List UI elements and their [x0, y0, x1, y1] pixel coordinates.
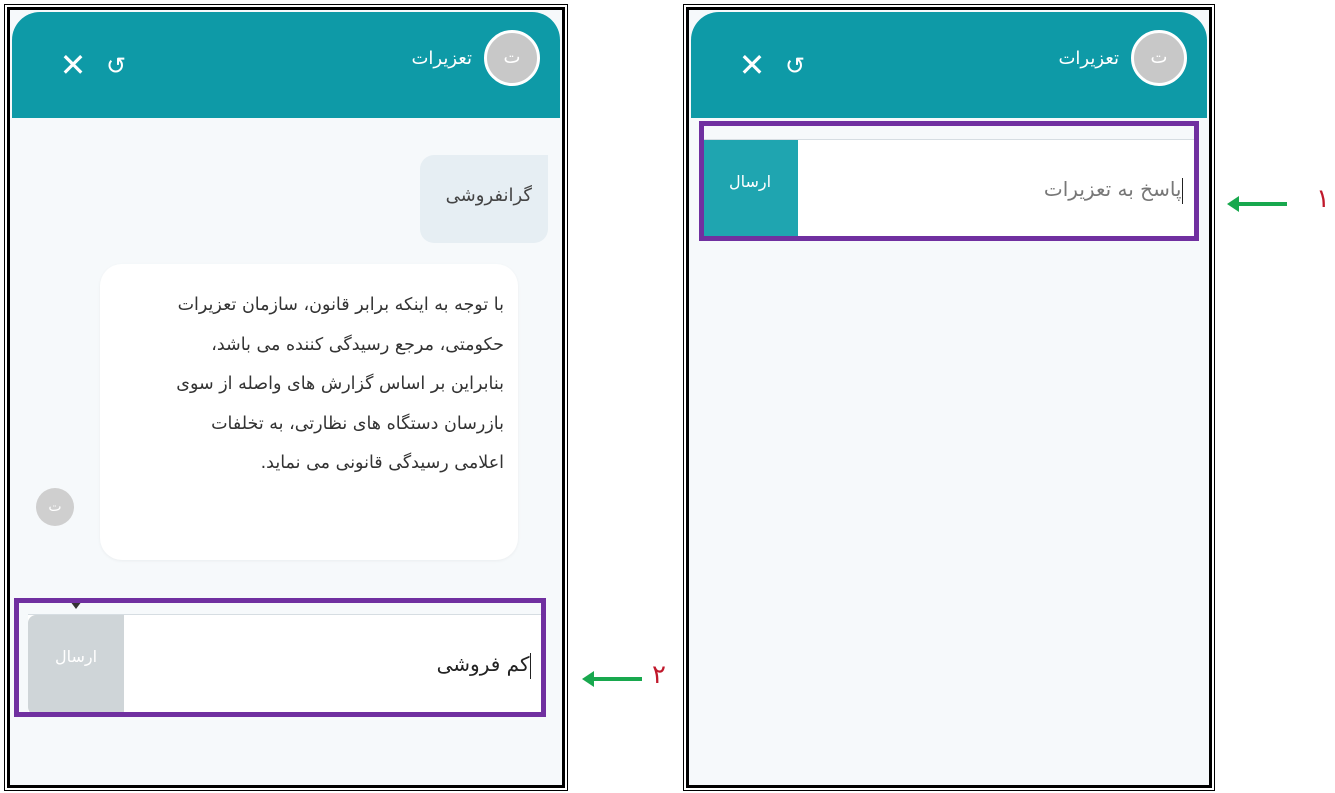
bot-message-line: حکومتی، مرجع رسیدگی کننده می باشد،	[211, 334, 504, 355]
avatar: ت	[1131, 30, 1187, 86]
chat-title: تعزیرات	[1058, 48, 1119, 69]
chat-header: ✕ ↺ تعزیرات ت	[12, 12, 560, 118]
arrow-left-icon	[1227, 196, 1287, 212]
chat-title: تعزیرات	[411, 48, 472, 69]
annotation-number: ۱	[1316, 184, 1330, 214]
avatar: ت	[484, 30, 540, 86]
close-icon[interactable]: ✕	[58, 49, 88, 81]
bot-message-bubble: با توجه به اینکه برابر قانون، سازمان تعز…	[100, 264, 518, 560]
refresh-icon[interactable]: ↺	[102, 52, 130, 80]
bot-message-line: با توجه به اینکه برابر قانون، سازمان تعز…	[177, 295, 504, 315]
bot-message-line: بازرسان دستگاه های نظارتی، به تخلفات	[211, 413, 504, 434]
close-icon[interactable]: ✕	[737, 49, 767, 81]
bot-avatar: ت	[36, 488, 74, 526]
highlight-box	[14, 598, 546, 717]
chat-header: ✕ ↺ تعزیرات ت	[691, 12, 1207, 118]
annotation-number: ۲	[652, 660, 666, 690]
highlight-box	[699, 121, 1199, 241]
user-message-bubble: گرانفروشی	[420, 155, 548, 243]
arrow-left-icon	[582, 671, 642, 687]
bot-message-line: بنابراین بر اساس گزارش های واصله از سوی	[176, 374, 504, 394]
refresh-icon[interactable]: ↺	[781, 52, 809, 80]
bot-message-line: اعلامی رسیدگی قانونی می نماید.	[260, 453, 504, 473]
